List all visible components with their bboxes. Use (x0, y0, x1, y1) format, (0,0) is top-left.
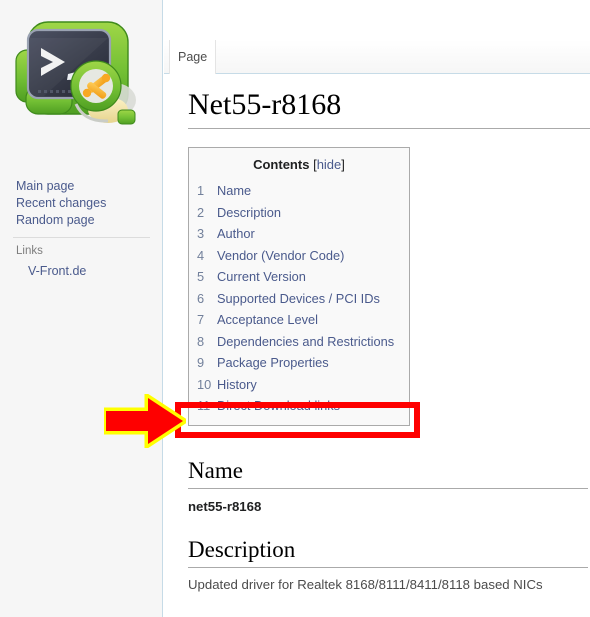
section-body-description: Updated driver for Realtek 8168/8111/841… (188, 577, 543, 592)
toc-entry-link-history[interactable]: History (217, 374, 257, 396)
page-title: Net55-r8168 (188, 88, 342, 121)
site-logo[interactable] (8, 8, 143, 143)
page-title-rule (188, 128, 590, 129)
toc-entry-link-current-version[interactable]: Current Version (217, 266, 306, 288)
toc-heading: Contents [hide] (189, 156, 409, 180)
toc-entry[interactable]: 1 Name (189, 180, 409, 202)
sidebar-item-main-page[interactable]: Main page (0, 178, 163, 195)
section-heading-description: Description (188, 537, 296, 562)
toc-hide-link[interactable]: hide (317, 157, 342, 172)
toc-entry-number: 3 (197, 226, 205, 241)
toc-entry[interactable]: 2 Description (189, 202, 409, 224)
toc-entry-direct-download-links[interactable]: 11 Direct Download links (189, 395, 409, 417)
toc-entry-number: 10 (197, 376, 212, 392)
toc-entry-number: 2 (197, 204, 205, 220)
table-of-contents: Contents [hide] 1 Name 2 Description 3 A… (188, 147, 410, 426)
toc-entry-link-acceptance-level[interactable]: Acceptance Level (217, 309, 318, 331)
toc-entry[interactable]: 9 Package Properties (189, 352, 409, 374)
section-rule-description (188, 567, 588, 568)
toc-entry-link-dependencies[interactable]: Dependencies and Restrictions (217, 331, 394, 353)
sidebar-navigation: Main page Recent changes Random page Lin… (0, 178, 163, 280)
toc-entry-link-direct-download-links[interactable]: Direct Download links (217, 395, 340, 417)
toc-entry-link-supported-devices[interactable]: Supported Devices / PCI IDs (217, 288, 380, 310)
section-body-name: net55-r8168 (188, 499, 262, 514)
toc-entry-link-author[interactable]: Author (217, 223, 255, 245)
toc-entry-link-vendor[interactable]: Vendor (Vendor Code) (217, 245, 344, 267)
toc-entry-link-name[interactable]: Name (217, 180, 251, 202)
wiki-page: Main page Recent changes Random page Lin… (0, 0, 590, 617)
toc-entry-number: 5 (197, 269, 205, 284)
content-area: Page Net55-r8168 Contents [hide] 1 Name … (164, 0, 590, 617)
sidebar-item-recent-changes[interactable]: Recent changes (0, 195, 163, 212)
toc-entry-number: 6 (197, 290, 205, 306)
toc-heading-label: Contents (253, 157, 310, 172)
section-heading-name: Name (188, 458, 243, 483)
sidebar: Main page Recent changes Random page Lin… (0, 0, 163, 617)
toc-entry-number: 1 (197, 183, 205, 198)
sidebar-section-heading-links: Links (16, 245, 43, 257)
toc-entry[interactable]: 5 Current Version (189, 266, 409, 288)
toc-entry-link-description[interactable]: Description (217, 202, 281, 224)
sidebar-item-random-page[interactable]: Random page (0, 212, 163, 229)
toc-entry[interactable]: 6 Supported Devices / PCI IDs (189, 288, 409, 310)
toc-entry[interactable]: 4 Vendor (Vendor Code) (189, 245, 409, 267)
sidebar-item-v-front-de[interactable]: V-Front.de (0, 261, 163, 280)
toc-entry-number: 4 (197, 247, 205, 263)
toc-entry[interactable]: 7 Acceptance Level (189, 309, 409, 331)
toc-entry-number: 7 (197, 312, 205, 327)
tab-page-label: Page (178, 49, 208, 64)
section-rule-name (188, 488, 588, 489)
toc-entry[interactable]: 3 Author (189, 223, 409, 245)
tab-bar: Page (164, 40, 590, 74)
toc-entry-number: 8 (197, 333, 205, 349)
terminal-tools-logo-icon (15, 21, 136, 125)
toc-entry[interactable]: 10 History (189, 374, 409, 396)
toc-entry-number: 11 (197, 398, 211, 413)
toc-entry-number: 9 (197, 355, 205, 370)
toc-bracket-close: ] (341, 157, 345, 172)
tab-page[interactable]: Page (169, 40, 217, 74)
toc-entry[interactable]: 8 Dependencies and Restrictions (189, 331, 409, 353)
toc-entry-link-package-properties[interactable]: Package Properties (217, 352, 329, 374)
